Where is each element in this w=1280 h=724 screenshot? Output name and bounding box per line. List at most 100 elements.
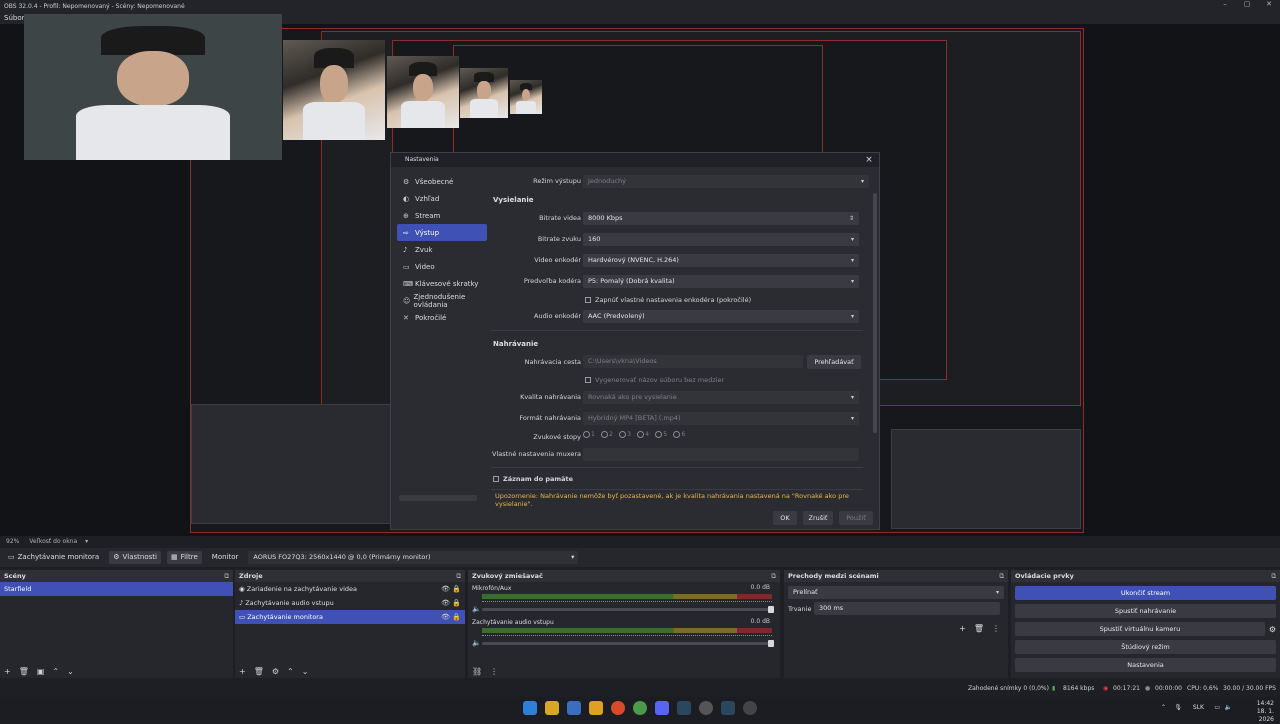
recording-path-input[interactable]: C:\Users\vkna\Videos — [583, 355, 803, 368]
nav-appearance[interactable]: ◐ Vzhľad — [397, 190, 487, 207]
audio-track-6[interactable]: 6 — [673, 431, 685, 438]
network-icon[interactable]: ▭ — [1214, 704, 1220, 711]
stop-stream-button[interactable]: Ukončiť stream — [1015, 586, 1276, 600]
nav-general[interactable]: ⚙ Všeobecné — [397, 173, 487, 190]
volume-slider[interactable] — [482, 640, 774, 647]
language[interactable]: SLK — [1193, 704, 1204, 711]
chrome-icon[interactable] — [633, 701, 647, 715]
transition-select[interactable]: Prelínať ▾ — [788, 586, 1004, 599]
slider-handle[interactable] — [768, 640, 774, 647]
steam-icon[interactable] — [677, 701, 691, 715]
source-item[interactable]: ◉ Zariadenie na zachytávanie videa 👁 🔒 — [235, 582, 465, 596]
cancel-button[interactable]: Zrušiť — [803, 511, 833, 525]
duration-input[interactable]: 300 ms — [814, 602, 1000, 615]
undock-icon[interactable]: ⧉ — [1271, 570, 1276, 582]
up-icon[interactable]: ⌃ — [52, 667, 59, 676]
audio-track-3[interactable]: 3 — [619, 431, 631, 438]
nav-hotkeys[interactable]: ⌨ Klávesové skratky — [397, 275, 487, 292]
steam-icon[interactable] — [721, 701, 735, 715]
zoom-level[interactable]: 92% — [6, 538, 19, 545]
visibility-lock-icons[interactable]: 👁 🔒 — [441, 582, 461, 596]
browser-icon[interactable] — [611, 701, 625, 715]
undock-icon[interactable]: ⧉ — [771, 570, 776, 582]
add-icon[interactable]: + — [959, 624, 966, 633]
store-icon[interactable] — [567, 701, 581, 715]
video-bitrate-input[interactable]: 8000 Kbps ⇕ — [583, 212, 859, 225]
no-space-checkbox[interactable]: Vygenerovať názov súboru bez medzier — [585, 376, 724, 384]
settings-button[interactable]: Nastavenia — [1015, 658, 1276, 672]
close-icon[interactable]: × — [863, 154, 875, 166]
start-recording-button[interactable]: Spustiť nahrávanie — [1015, 604, 1276, 618]
down-icon[interactable]: ⌄ — [302, 667, 309, 676]
gear-icon[interactable]: ⚙ — [1269, 625, 1276, 634]
add-icon[interactable]: + — [4, 667, 11, 676]
speaker-icon[interactable]: 🔈 — [472, 639, 481, 647]
file-explorer-icon[interactable] — [545, 701, 559, 715]
scene-item[interactable]: Starfield — [0, 582, 233, 596]
filters-button[interactable]: ▦ Filtre — [166, 551, 202, 564]
nav-output[interactable]: ⇨ Výstup — [397, 224, 487, 241]
chevron-down-icon[interactable]: ▾ — [85, 538, 88, 545]
video-encoder-select[interactable]: Hardvérový (NVENC, H.264) ▾ — [583, 254, 859, 267]
maximize-icon[interactable]: ▢ — [1236, 0, 1258, 12]
monitor-select[interactable]: AORUS FO27Q3: 2560x1440 @ 0,0 (Primárny … — [248, 551, 579, 564]
nav-video[interactable]: ▭ Video — [397, 258, 487, 275]
output-mode-select[interactable]: Jednoduchý ▾ — [583, 175, 869, 188]
minimize-icon[interactable]: – — [1214, 0, 1236, 12]
gear-icon[interactable]: ⚙ — [272, 667, 279, 676]
trash-icon[interactable]: 🗑 — [19, 667, 29, 676]
spinner-icon[interactable]: ⇕ — [849, 212, 854, 225]
discord-icon[interactable] — [655, 701, 669, 715]
undock-icon[interactable]: ⧉ — [224, 570, 229, 582]
windows-start-icon[interactable] — [523, 701, 537, 715]
nav-advanced[interactable]: ✕ Pokročilé — [397, 309, 487, 326]
volume-icon[interactable]: 🔈 — [1225, 704, 1232, 711]
nav-audio[interactable]: ♪ Zvuk — [397, 241, 487, 258]
nav-accessibility[interactable]: ☺ Zjednodušenie ovládania — [397, 292, 487, 309]
undock-icon[interactable]: ⧉ — [456, 570, 461, 582]
apply-button[interactable]: Použiť — [839, 511, 873, 525]
mic-icon[interactable]: 🎙 — [1174, 704, 1182, 711]
visibility-lock-icons[interactable]: 👁 🔒 — [441, 610, 461, 624]
audio-track-2[interactable]: 2 — [601, 431, 613, 438]
link-icon[interactable]: ⛓ — [472, 667, 482, 676]
audio-track-5[interactable]: 5 — [655, 431, 667, 438]
custom-muxer-input[interactable] — [583, 448, 859, 461]
app-icon[interactable] — [743, 701, 757, 715]
nav-stream[interactable]: ⊕ Stream — [397, 207, 487, 224]
audio-encoder-select[interactable]: AAC (Predvolený) ▾ — [583, 310, 859, 323]
ok-button[interactable]: OK — [773, 511, 797, 525]
trash-icon[interactable]: 🗑 — [254, 667, 264, 676]
app-icon[interactable] — [589, 701, 603, 715]
trash-icon[interactable]: 🗑 — [974, 624, 984, 633]
audio-track-1[interactable]: 1 — [583, 431, 595, 438]
audio-track-4[interactable]: 4 — [637, 431, 649, 438]
slider-handle[interactable] — [768, 606, 774, 613]
zoom-mode[interactable]: Veľkosť do okna — [29, 538, 77, 545]
audio-bitrate-select[interactable]: 160 ▾ — [583, 233, 859, 246]
visibility-lock-icons[interactable]: 👁 🔒 — [441, 596, 461, 610]
properties-button[interactable]: ⚙ Vlastnosti — [109, 551, 161, 564]
filter-icon[interactable]: ▣ — [37, 667, 45, 676]
obs-icon[interactable] — [699, 701, 713, 715]
studio-mode-button[interactable]: Štúdiový režim — [1015, 640, 1276, 654]
undock-icon[interactable]: ⧉ — [999, 570, 1004, 582]
speaker-icon[interactable]: 🔈 — [472, 605, 481, 613]
source-item[interactable]: ♪ Zachytávanie audio vstupu 👁 🔒 — [235, 596, 465, 610]
up-icon[interactable]: ⌃ — [287, 667, 294, 676]
encoder-preset-select[interactable]: P5: Pomalý (Dobrá kvalita) ▾ — [583, 275, 859, 288]
rec-format-select[interactable]: Hybridný MP4 [BETA] (.mp4) ▾ — [583, 412, 859, 425]
start-virtual-camera-button[interactable]: Spustiť virtuálnu kameru — [1015, 622, 1265, 636]
replay-buffer-checkbox[interactable]: Záznam do pamäte — [493, 475, 573, 483]
volume-slider[interactable] — [482, 606, 774, 613]
rec-quality-select[interactable]: Rovnaká ako pre vysielanie ▾ — [583, 391, 859, 404]
down-icon[interactable]: ⌄ — [67, 667, 74, 676]
nav-scrollbar[interactable] — [399, 495, 477, 501]
more-icon[interactable]: ⋮ — [992, 624, 1000, 633]
close-icon[interactable]: ✕ — [1258, 0, 1280, 12]
browse-button[interactable]: Prehľadávať — [807, 355, 861, 369]
more-icon[interactable]: ⋮ — [490, 667, 498, 676]
tray-chevron-icon[interactable]: ⌃ — [1161, 704, 1166, 711]
dialog-scrollbar[interactable] — [873, 193, 877, 433]
add-icon[interactable]: + — [239, 667, 246, 676]
